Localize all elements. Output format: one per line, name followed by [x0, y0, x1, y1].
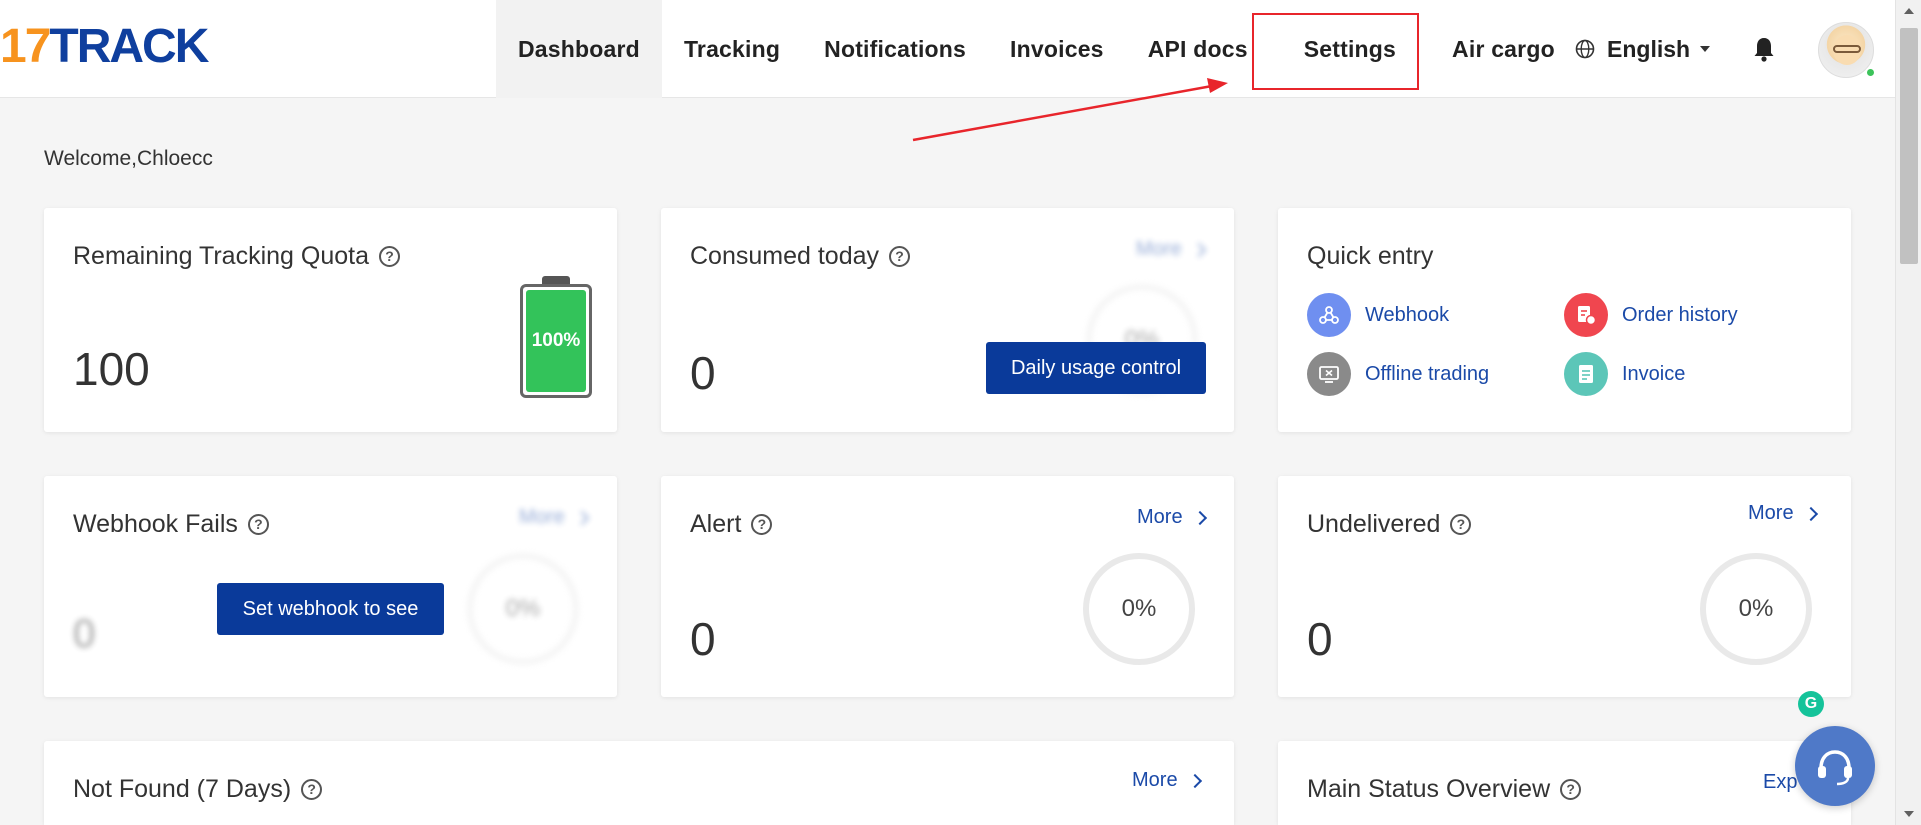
quota-value: 100 — [73, 343, 150, 395]
order-history-icon — [1564, 293, 1608, 337]
offline-trading-icon — [1307, 352, 1351, 396]
help-icon[interactable]: ? — [1560, 779, 1582, 800]
alert-value: 0 — [690, 613, 716, 665]
battery-fill: 100% — [526, 290, 586, 392]
chevron-down-icon — [1700, 46, 1711, 52]
webhook-icon — [1307, 293, 1351, 337]
quick-entry-offline-trading[interactable]: Offline trading — [1307, 352, 1489, 396]
more-link[interactable]: More — [1748, 502, 1818, 525]
card-title: Webhook Fails — [73, 510, 238, 538]
more-link[interactable]: More — [1136, 238, 1206, 261]
set-webhook-button[interactable]: Set webhook to see — [217, 583, 444, 635]
headset-icon — [1818, 750, 1852, 786]
help-icon[interactable]: ? — [378, 246, 400, 267]
quick-entry-webhook[interactable]: Webhook — [1307, 293, 1449, 337]
nav-air-cargo[interactable]: Air cargo — [1430, 0, 1577, 98]
help-icon[interactable]: ? — [247, 514, 269, 535]
progress-ring: 0% — [467, 553, 579, 665]
vertical-scrollbar[interactable] — [1895, 0, 1921, 825]
webhook-fails-card: Webhook Fails ? More 0% 0 Set webhook to… — [44, 476, 617, 697]
nav-tracking[interactable]: Tracking — [662, 0, 802, 98]
quick-entry-card: Quick entry Webhook Order history Offlin… — [1278, 208, 1851, 432]
quick-entry-invoice[interactable]: Invoice — [1564, 352, 1685, 396]
invoice-icon — [1564, 352, 1608, 396]
nav-invoices[interactable]: Invoices — [988, 0, 1126, 98]
consumed-value: 0 — [690, 347, 716, 399]
scroll-thumb[interactable] — [1900, 28, 1918, 264]
more-link[interactable]: More — [1137, 506, 1207, 529]
battery-icon: 100% — [520, 276, 592, 398]
nav-notifications[interactable]: Notifications — [802, 0, 988, 98]
chevron-right-icon — [1192, 510, 1207, 525]
help-icon[interactable]: ? — [1450, 514, 1472, 535]
more-link[interactable]: More — [519, 506, 589, 529]
scroll-up-icon[interactable] — [1904, 8, 1914, 14]
customer-support-button[interactable] — [1795, 726, 1875, 806]
alert-card: Alert ? More 0% 0 — [661, 476, 1234, 697]
export-link[interactable]: Exp — [1763, 771, 1797, 794]
card-title: Consumed today — [690, 242, 880, 270]
quick-entry-order-history[interactable]: Order history — [1564, 293, 1738, 337]
language-label: English — [1607, 35, 1691, 62]
online-status-dot — [1865, 67, 1876, 78]
undelivered-value: 0 — [1307, 613, 1333, 665]
progress-ring: 0% — [1083, 553, 1195, 665]
nav-api-docs[interactable]: API docs — [1126, 0, 1270, 98]
help-icon[interactable]: ? — [301, 779, 323, 800]
top-navigation-bar: 17 TRACK Dashboard Tracking Notifications… — [0, 0, 1895, 98]
bell-icon[interactable] — [1753, 36, 1775, 62]
daily-usage-control-button[interactable]: Daily usage control — [986, 342, 1206, 394]
undelivered-card: Undelivered ? More 0% 0 — [1278, 476, 1851, 697]
chevron-right-icon — [1187, 773, 1202, 788]
17track-logo[interactable]: 17 TRACK — [0, 20, 209, 73]
help-icon[interactable]: ? — [751, 514, 773, 535]
help-icon[interactable]: ? — [889, 246, 911, 267]
card-title: Not Found (7 Days) — [73, 775, 292, 803]
card-title: Remaining Tracking Quota — [73, 242, 369, 270]
main-status-overview-card: Main Status Overview ? Exp — [1278, 741, 1851, 825]
grammarly-icon[interactable]: G — [1798, 691, 1824, 717]
chevron-right-icon — [1191, 242, 1206, 257]
more-link[interactable]: More — [1132, 769, 1202, 792]
language-selector[interactable]: English — [1575, 0, 1711, 98]
avatar-glasses — [1833, 45, 1861, 53]
webhook-fails-value: 0 — [73, 612, 96, 656]
not-found-card: Not Found (7 Days) ? More — [44, 741, 1234, 825]
card-title: Main Status Overview — [1307, 775, 1551, 803]
consumed-today-card: Consumed today ? More 0% 0 Daily usage c… — [661, 208, 1234, 432]
welcome-message: Welcome,Chloecc — [44, 147, 213, 170]
remaining-quota-card: Remaining Tracking Quota ? 100 100% — [44, 208, 617, 432]
chevron-right-icon — [1803, 506, 1818, 521]
globe-icon — [1575, 39, 1595, 59]
progress-ring: 0% — [1700, 553, 1812, 665]
card-title: Alert — [690, 510, 742, 538]
scroll-down-icon[interactable] — [1904, 811, 1914, 817]
chevron-right-icon — [574, 510, 589, 525]
nav-dashboard[interactable]: Dashboard — [496, 0, 662, 98]
settings-highlight-annotation — [1252, 13, 1419, 90]
card-title: Quick entry — [1307, 242, 1434, 270]
card-title: Undelivered — [1307, 510, 1441, 538]
